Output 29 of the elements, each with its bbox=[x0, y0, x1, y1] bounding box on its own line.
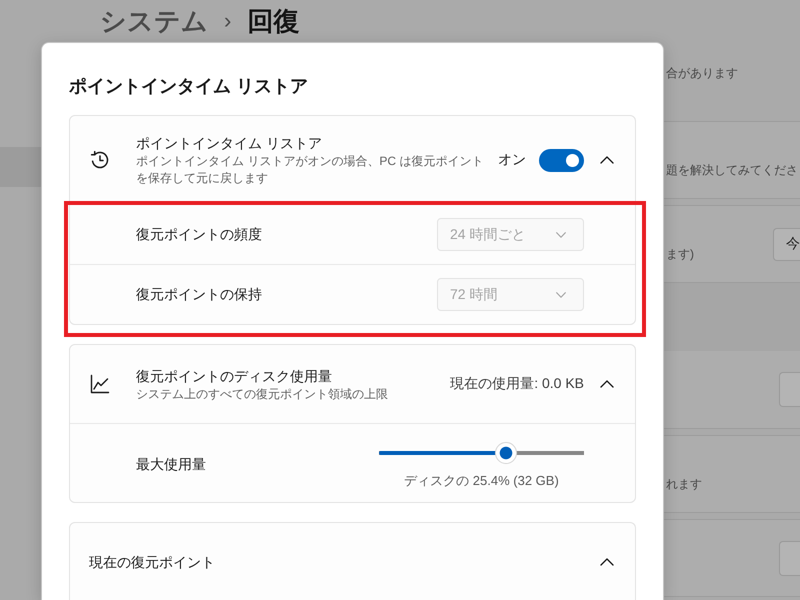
dialog-title: ポイントインタイム リストア bbox=[69, 75, 308, 98]
chevron-up-icon[interactable] bbox=[600, 558, 614, 566]
line-chart-icon bbox=[90, 374, 110, 394]
chevron-down-icon bbox=[556, 292, 566, 298]
breadcrumb-parent[interactable]: システム bbox=[100, 5, 208, 37]
usage-status: 現在の使用量: 0.0 KB bbox=[450, 375, 584, 393]
setting-title: 現在の復元ポイント bbox=[89, 552, 215, 572]
setting-label: 復元ポイントの頻度 bbox=[136, 226, 262, 244]
chevron-down-icon bbox=[556, 232, 566, 238]
setting-label: 復元ポイントの保持 bbox=[136, 286, 262, 304]
chevron-up-icon[interactable] bbox=[600, 156, 614, 164]
setting-label: 最大使用量 bbox=[136, 456, 206, 474]
setting-title: 復元ポイントのディスク使用量 bbox=[136, 366, 332, 386]
setting-text: れます bbox=[666, 476, 702, 492]
history-icon bbox=[90, 150, 110, 170]
setting-text: ます) bbox=[666, 246, 694, 262]
setting-button[interactable]: 今 bbox=[773, 228, 800, 260]
toggle-switch[interactable] bbox=[539, 148, 584, 172]
setting-description: ポイントインタイム リストアがオンの場合、PC は復元ポイントを保存して元に戻します bbox=[136, 153, 484, 187]
breadcrumb-separator: › bbox=[224, 7, 232, 35]
page-title: 回復 bbox=[247, 5, 300, 37]
setting-text: 合があります bbox=[666, 65, 738, 81]
setting-title: ポイントインタイム リストア bbox=[136, 134, 322, 153]
chevron-up-icon[interactable] bbox=[600, 380, 614, 388]
setting-description: システム上のすべての復元ポイント領域の上限 bbox=[136, 386, 388, 402]
slider-reading: ディスクの 25.4% (32 GB) bbox=[404, 472, 559, 488]
slider-thumb[interactable] bbox=[495, 442, 518, 464]
toggle-label: オン bbox=[498, 151, 526, 169]
setting-text: 題を解決してみてくださ bbox=[666, 162, 798, 178]
